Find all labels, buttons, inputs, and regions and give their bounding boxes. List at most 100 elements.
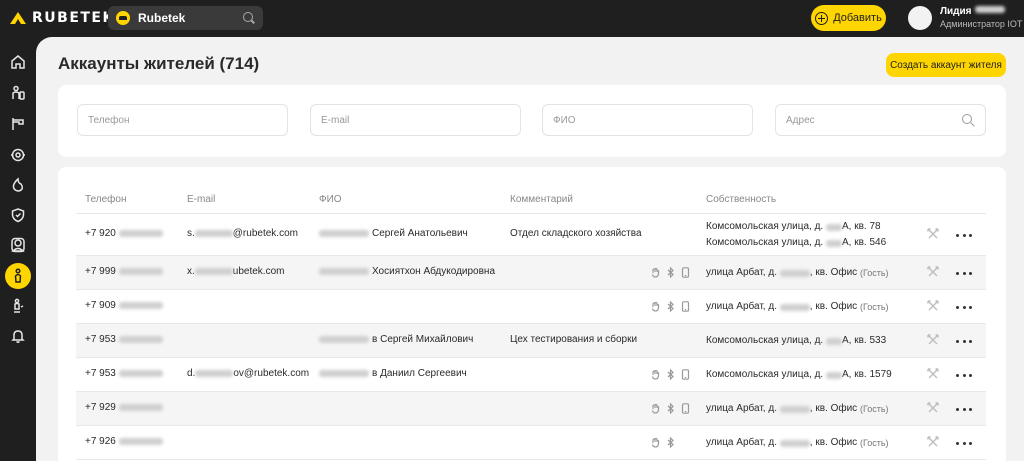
property-line: улица Арбат, д. , кв. Офис (Гость) [706, 402, 889, 416]
hand-icon [651, 403, 660, 414]
surname-redacted [319, 336, 369, 343]
email-redacted [194, 268, 233, 275]
table-row[interactable]: +7 953 в Сергей Михайлович Цех тестировани… [76, 324, 986, 358]
more-options-icon[interactable] [956, 369, 972, 381]
tools-icon[interactable] [927, 334, 939, 346]
sidebar-item-notifications[interactable] [5, 323, 31, 349]
tools-icon[interactable] [927, 266, 939, 278]
user-role: Администратор IOT [940, 19, 1023, 29]
create-resident-button[interactable]: Создать аккаунт жителя [886, 53, 1006, 77]
sidebar-item-intercom[interactable] [5, 111, 31, 137]
sidebar-item-security[interactable] [5, 202, 31, 228]
phone-cell: +7 953 [85, 334, 163, 345]
sidebar-item-bugs[interactable] [5, 293, 31, 319]
email-cell: d. ov@rubetek.com [187, 368, 309, 379]
table-row[interactable]: +7 929 улица Арбат, д. , кв. Офис (Гость) [76, 392, 986, 426]
comment-cell: Отдел складского хозяйства [510, 228, 642, 239]
property-street: Комсомольская улица, д. [706, 221, 824, 232]
tools-icon[interactable] [927, 402, 939, 414]
tools-icon-shape [927, 334, 939, 345]
avatar [908, 6, 932, 30]
table-row[interactable]: +7 909 улица Арбат, д. , кв. Офис (Гость) [76, 290, 986, 324]
more-options-icon[interactable] [956, 229, 972, 241]
sidebar-item-camera[interactable] [5, 142, 31, 168]
table-row[interactable]: +7 953 d. ov@rubetek.com в Даниил Сергеевич… [76, 358, 986, 392]
email-redacted [195, 370, 234, 377]
project-selector[interactable]: Rubetek [108, 6, 263, 30]
address-filter-field[interactable] [775, 104, 986, 136]
table-header: Телефон E-mail ФИО Комментарий Собственн… [58, 167, 1006, 213]
column-property[interactable]: Собственность [706, 194, 776, 205]
tools-icon[interactable] [927, 228, 939, 240]
top-bar: RUBETEK Rubetek Добавить Лидия Администр… [0, 0, 1024, 37]
more-options-icon[interactable] [956, 437, 972, 449]
sidebar-item-staff[interactable] [5, 232, 31, 258]
tools-icon[interactable] [927, 368, 939, 380]
property-cell: Комсомольская улица, д. А, кв. 78 Комсомо… [706, 220, 886, 250]
guest-badge: (Гость) [859, 438, 889, 448]
search-icon[interactable] [243, 12, 255, 24]
email-filter-input[interactable] [321, 114, 510, 126]
fio-filter-input[interactable] [553, 114, 742, 126]
tools-icon-shape [927, 402, 939, 413]
brand-name: RUBETEK [32, 10, 115, 26]
comment-text: Цех тестирования и сборки [510, 334, 638, 345]
sidebar-item-residents-devices[interactable] [5, 80, 31, 106]
property-line: улица Арбат, д. , кв. Офис (Гость) [706, 266, 889, 280]
building-redacted [779, 303, 810, 311]
fio-filter-field[interactable] [542, 104, 753, 136]
table-row[interactable]: +7 920 s. @rubetek.com Сергей Анатольевич От… [76, 214, 986, 256]
table-row[interactable]: +7 999 x. ubetek.com Хосиятхон Абдукодировн… [76, 256, 986, 290]
column-phone[interactable]: Телефон [85, 194, 126, 205]
sidebar-item-fire[interactable] [5, 172, 31, 198]
phone-filter-field[interactable] [77, 104, 288, 136]
property-apartment: , кв. Офис [809, 403, 858, 414]
sidebar-item-residents[interactable] [5, 263, 31, 289]
surname-redacted [319, 370, 369, 377]
property-line: улица Арбат, д. , кв. Офис (Гость) [706, 300, 889, 314]
table-row[interactable]: +7 926 улица Арбат, д. , кв. Офис (Гость) [76, 426, 986, 460]
email-prefix: d. [187, 368, 196, 379]
add-button[interactable]: Добавить [811, 5, 886, 31]
sidebar-item-home[interactable] [5, 49, 31, 75]
fio-cell: Сергей Анатольевич [319, 228, 468, 239]
phone-cell: +7 953 [85, 368, 163, 379]
tools-icon-shape [927, 228, 939, 239]
fio-name: в Даниил Сергеевич [372, 368, 467, 379]
property-street: улица Арбат, д. [706, 267, 777, 278]
fio-cell: в Даниил Сергеевич [319, 368, 467, 379]
phone-filter-input[interactable] [88, 114, 277, 126]
property-cell: улица Арбат, д. , кв. Офис (Гость) [706, 300, 889, 314]
property-line: Комсомольская улица, д. А, кв. 533 [706, 334, 886, 348]
phone-redacted [118, 302, 163, 309]
tools-icon[interactable] [927, 300, 939, 312]
phone-cell: +7 926 [85, 436, 163, 447]
phone-icon [681, 403, 690, 414]
tools-icon-shape [927, 300, 939, 311]
email-filter-field[interactable] [310, 104, 521, 136]
more-options-icon[interactable] [956, 267, 972, 279]
project-home-icon [116, 11, 130, 25]
building-redacted [826, 223, 842, 231]
user-first-name: Лидия [940, 6, 972, 17]
email-prefix: x. [187, 266, 195, 277]
property-cell: Комсомольская улица, д. А, кв. 1579 [706, 368, 892, 382]
phone-redacted [118, 230, 163, 237]
phone-cell: +7 929 [85, 402, 163, 413]
guest-badge: (Гость) [859, 404, 889, 414]
more-options-icon[interactable] [956, 301, 972, 313]
search-icon[interactable] [962, 113, 975, 127]
brand-logo[interactable]: RUBETEK [10, 10, 115, 26]
column-fio[interactable]: ФИО [319, 194, 342, 205]
guest-badge: (Гость) [859, 268, 889, 278]
address-filter-input[interactable] [786, 114, 962, 126]
tools-icon[interactable] [927, 436, 939, 448]
column-comment[interactable]: Комментарий [510, 194, 573, 205]
more-options-icon[interactable] [956, 403, 972, 415]
fio-cell: в Сергей Михайлович [319, 334, 473, 345]
user-menu[interactable]: Лидия Администратор IOT [908, 6, 1022, 30]
column-email[interactable]: E-mail [187, 194, 215, 205]
property-cell: Комсомольская улица, д. А, кв. 533 [706, 334, 886, 348]
more-options-icon[interactable] [956, 335, 972, 347]
property-apartment: А, кв. 1579 [842, 369, 892, 380]
